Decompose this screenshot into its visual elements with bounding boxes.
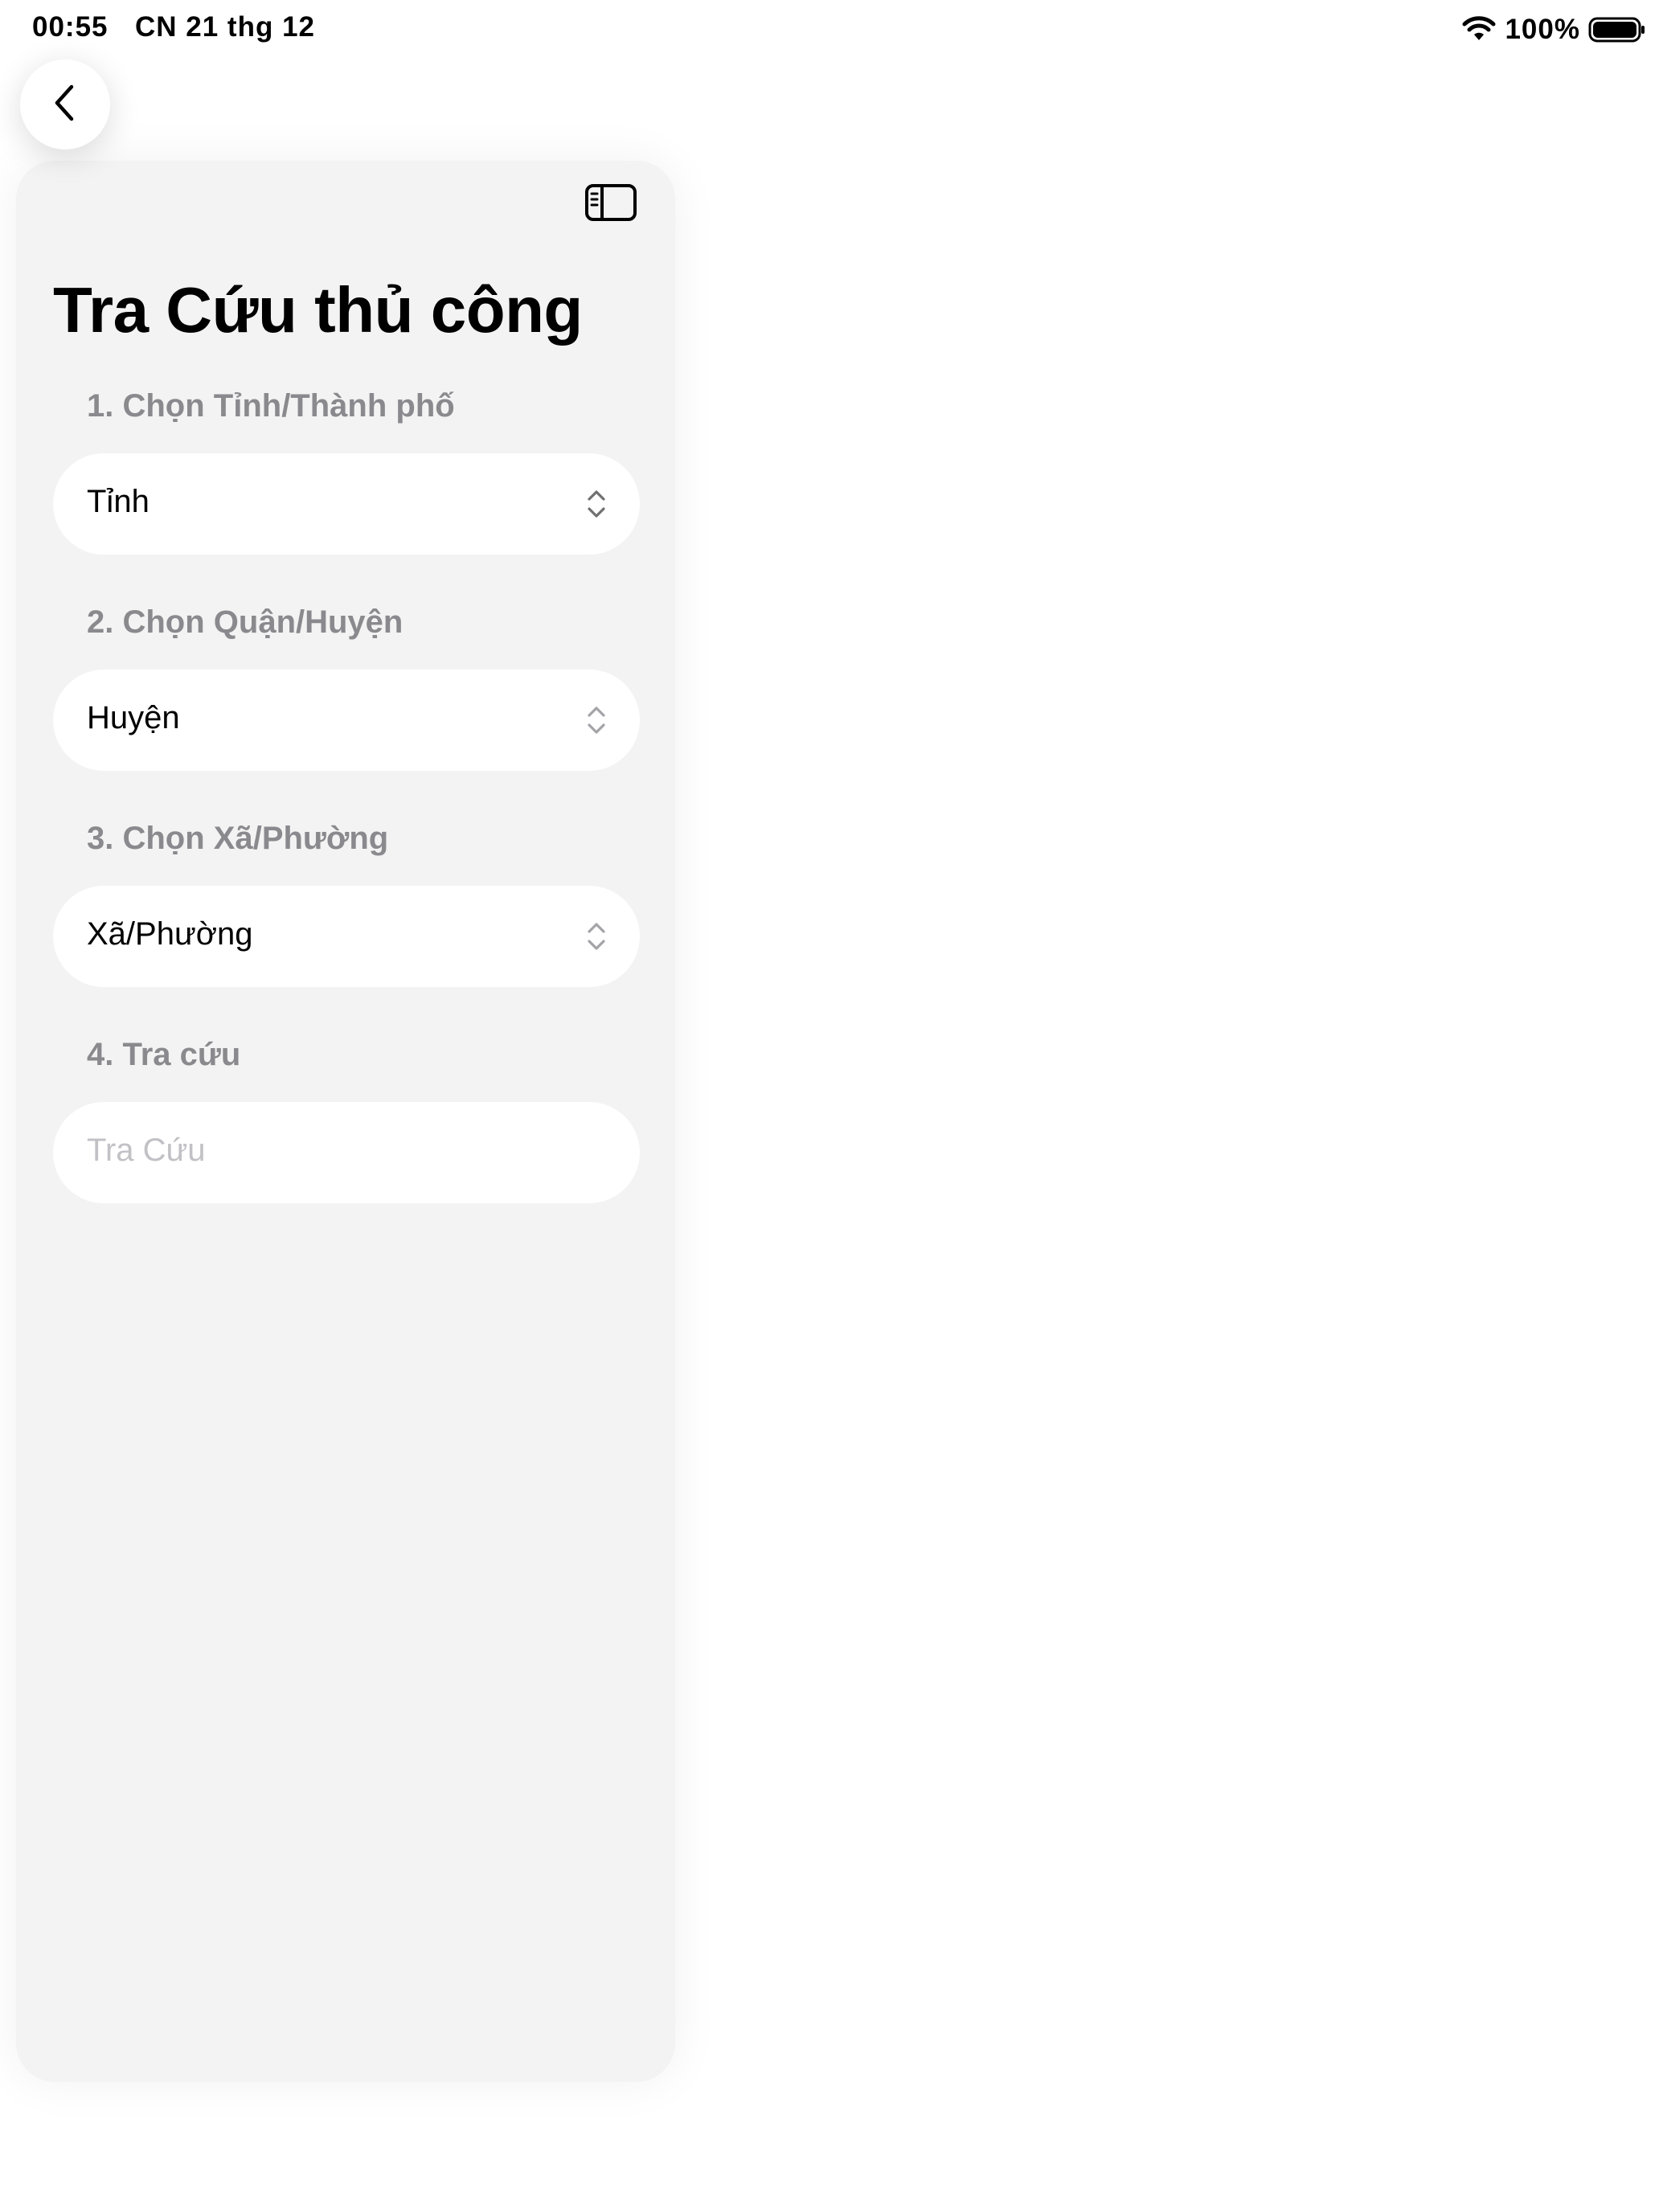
province-picker-value: Tỉnh bbox=[87, 484, 150, 519]
chevron-up-down-icon bbox=[585, 486, 608, 522]
search-field[interactable]: Tra Cứu bbox=[53, 1102, 640, 1203]
sidebar-icon bbox=[584, 183, 637, 226]
wifi-icon bbox=[1461, 16, 1497, 43]
ward-picker[interactable]: Xã/Phường bbox=[53, 886, 640, 987]
district-picker-value: Huyện bbox=[87, 700, 180, 735]
sidebar-panel: Tra Cứu thủ công 1. Chọn Tỉnh/Thành phố … bbox=[16, 161, 675, 2082]
back-button[interactable] bbox=[20, 59, 110, 150]
chevron-up-down-icon bbox=[585, 703, 608, 738]
province-label: 1. Chọn Tỉnh/Thành phố bbox=[87, 388, 455, 424]
district-label: 2. Chọn Quận/Huyện bbox=[87, 604, 403, 640]
province-picker[interactable]: Tỉnh bbox=[53, 453, 640, 555]
search-field-placeholder: Tra Cứu bbox=[87, 1133, 206, 1168]
battery-percentage: 100% bbox=[1505, 14, 1580, 45]
search-label: 4. Tra cứu bbox=[87, 1037, 241, 1072]
ward-label: 3. Chọn Xã/Phường bbox=[87, 821, 389, 856]
page-title: Tra Cứu thủ công bbox=[53, 274, 583, 346]
battery-icon bbox=[1588, 16, 1646, 43]
status-date: CN 21 thg 12 bbox=[135, 11, 315, 43]
district-picker[interactable]: Huyện bbox=[53, 670, 640, 771]
status-time: 00:55 bbox=[32, 11, 109, 43]
status-indicators: 100% bbox=[1461, 11, 1646, 48]
chevron-left-icon bbox=[49, 82, 81, 128]
sidebar-toggle-button[interactable] bbox=[583, 182, 639, 227]
ward-picker-value: Xã/Phường bbox=[87, 916, 253, 952]
status-bar: 00:55 CN 21 thg 12 100% bbox=[0, 0, 1659, 61]
chevron-up-down-icon bbox=[585, 919, 608, 954]
